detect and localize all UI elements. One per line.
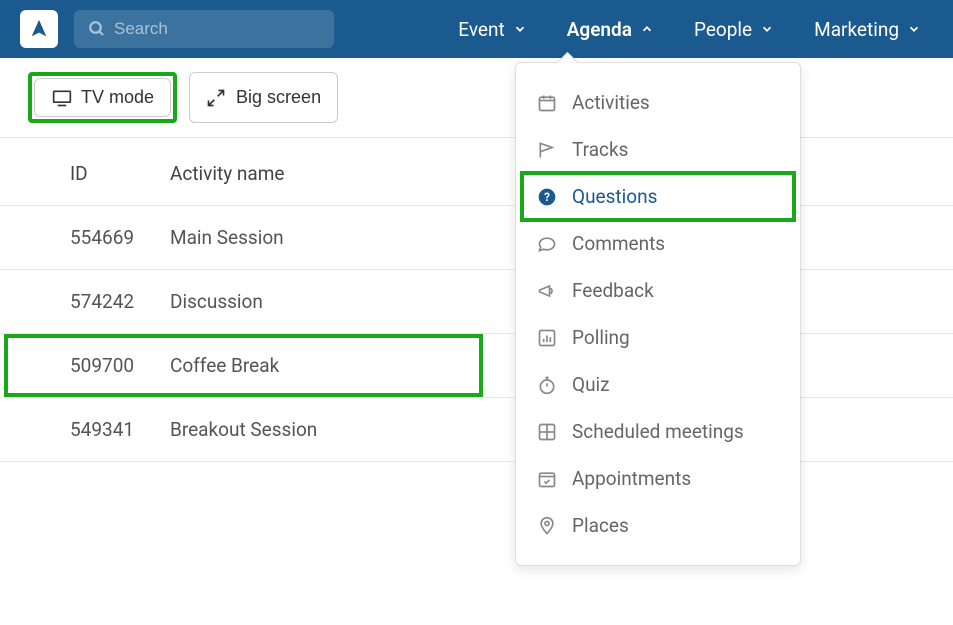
calendar-check-icon: [536, 468, 558, 490]
item-label: Tracks: [572, 138, 628, 161]
dropdown-item-activities[interactable]: Activities: [516, 79, 800, 126]
button-label: Big screen: [236, 87, 321, 108]
expand-icon: [206, 88, 228, 108]
big-screen-button[interactable]: Big screen: [189, 72, 338, 123]
cell-id: 549341: [0, 418, 170, 441]
search-input[interactable]: [114, 19, 320, 39]
app-logo[interactable]: [20, 10, 58, 48]
grid-icon: [536, 421, 558, 443]
dropdown-item-places[interactable]: Places: [516, 502, 800, 549]
chevron-down-icon: [760, 22, 774, 36]
comment-icon: [536, 233, 558, 255]
item-label: Activities: [572, 91, 650, 114]
table-row[interactable]: 574242 Discussion: [0, 270, 953, 334]
nav-agenda[interactable]: Agenda: [555, 12, 666, 47]
button-label: TV mode: [81, 87, 154, 108]
top-nav: Event Agenda People Marketing: [0, 0, 953, 58]
dropdown-item-polling[interactable]: Polling: [516, 314, 800, 361]
flag-icon: [536, 139, 558, 161]
dropdown-item-scheduled-meetings[interactable]: Scheduled meetings: [516, 408, 800, 455]
nav-people[interactable]: People: [682, 12, 786, 47]
search-box[interactable]: [74, 10, 334, 48]
item-label: Comments: [572, 232, 665, 255]
item-label: Scheduled meetings: [572, 420, 744, 443]
dropdown-item-appointments[interactable]: Appointments: [516, 455, 800, 502]
toolbar: TV mode Big screen: [0, 58, 953, 138]
activities-table: ID Activity name 554669 Main Session 574…: [0, 138, 953, 462]
nav-label: Event: [458, 18, 504, 41]
question-icon: ?: [536, 186, 558, 208]
tv-mode-button[interactable]: TV mode: [34, 78, 171, 117]
calendar-icon: [536, 92, 558, 114]
chevron-down-icon: [513, 22, 527, 36]
item-label: Polling: [572, 326, 630, 349]
cell-id: 554669: [0, 226, 170, 249]
item-label: Feedback: [572, 279, 654, 302]
nav-event[interactable]: Event: [446, 12, 538, 47]
location-icon: [536, 515, 558, 537]
search-icon: [88, 20, 106, 38]
dropdown-item-questions[interactable]: ? Questions: [516, 173, 800, 220]
dropdown-item-comments[interactable]: Comments: [516, 220, 800, 267]
item-label: Places: [572, 514, 629, 537]
table-row[interactable]: 549341 Breakout Session: [0, 398, 953, 462]
nav-label: People: [694, 18, 752, 41]
table-row[interactable]: 554669 Main Session: [0, 206, 953, 270]
svg-text:?: ?: [544, 190, 550, 204]
dropdown-item-quiz[interactable]: Quiz: [516, 361, 800, 408]
cell-id: 574242: [0, 290, 170, 313]
item-label: Appointments: [572, 467, 691, 490]
chart-icon: [536, 327, 558, 349]
dropdown-item-feedback[interactable]: Feedback: [516, 267, 800, 314]
nav-label: Marketing: [814, 18, 899, 41]
monitor-icon: [51, 88, 73, 108]
header-id: ID: [0, 162, 170, 185]
stopwatch-icon: [536, 374, 558, 396]
dropdown-item-tracks[interactable]: Tracks: [516, 126, 800, 173]
table-row[interactable]: 509700 Coffee Break: [0, 334, 953, 398]
nav-marketing[interactable]: Marketing: [802, 12, 933, 47]
chevron-down-icon: [907, 22, 921, 36]
nav-label: Agenda: [567, 18, 632, 41]
chevron-up-icon: [640, 22, 654, 36]
cell-id: 509700: [0, 354, 170, 377]
table-header: ID Activity name: [0, 138, 953, 206]
megaphone-icon: [536, 280, 558, 302]
agenda-dropdown: Activities Tracks ? Questions Comments F…: [515, 62, 801, 566]
item-label: Quiz: [572, 373, 610, 396]
item-label: Questions: [572, 185, 657, 208]
